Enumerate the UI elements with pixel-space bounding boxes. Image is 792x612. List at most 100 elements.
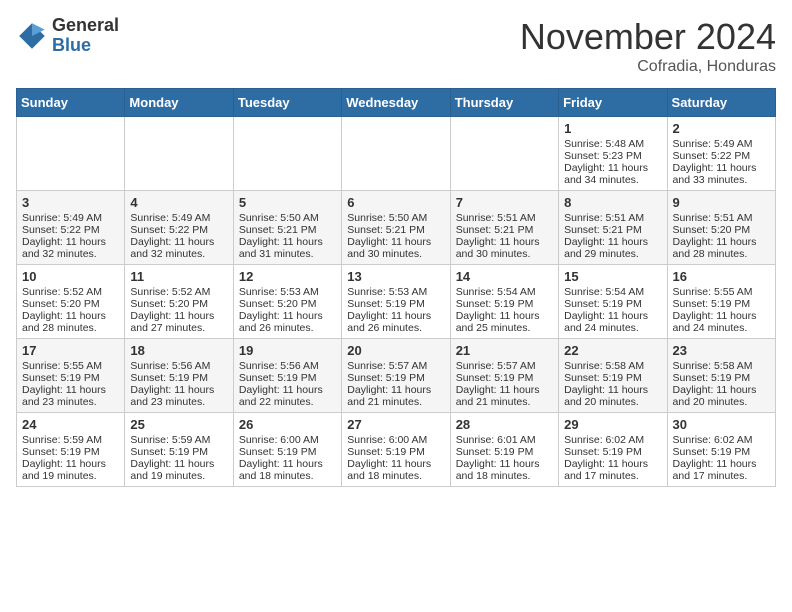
sunrise: Sunrise: 5:51 AM: [673, 212, 753, 224]
sunset: Sunset: 5:19 PM: [564, 446, 642, 458]
weekday-header: Saturday: [667, 89, 775, 117]
calendar-cell: 17 Sunrise: 5:55 AM Sunset: 5:19 PM Dayl…: [17, 339, 125, 413]
daylight: Daylight: 11 hours and 24 minutes.: [673, 310, 757, 334]
sunset: Sunset: 5:21 PM: [564, 224, 642, 236]
sunrise: Sunrise: 5:51 AM: [456, 212, 536, 224]
sunrise: Sunrise: 5:49 AM: [22, 212, 102, 224]
calendar-week-row: 17 Sunrise: 5:55 AM Sunset: 5:19 PM Dayl…: [17, 339, 776, 413]
calendar-cell: 2 Sunrise: 5:49 AM Sunset: 5:22 PM Dayli…: [667, 117, 775, 191]
sunrise: Sunrise: 5:58 AM: [564, 360, 644, 372]
calendar-cell: [342, 117, 450, 191]
weekday-header: Monday: [125, 89, 233, 117]
sunrise: Sunrise: 6:00 AM: [347, 434, 427, 446]
calendar-cell: 6 Sunrise: 5:50 AM Sunset: 5:21 PM Dayli…: [342, 191, 450, 265]
sunrise: Sunrise: 5:48 AM: [564, 138, 644, 150]
calendar-week-row: 1 Sunrise: 5:48 AM Sunset: 5:23 PM Dayli…: [17, 117, 776, 191]
calendar-cell: 9 Sunrise: 5:51 AM Sunset: 5:20 PM Dayli…: [667, 191, 775, 265]
calendar-cell: 14 Sunrise: 5:54 AM Sunset: 5:19 PM Dayl…: [450, 265, 558, 339]
daylight: Daylight: 11 hours and 21 minutes.: [347, 384, 431, 408]
sunrise: Sunrise: 5:49 AM: [673, 138, 753, 150]
calendar-cell: 13 Sunrise: 5:53 AM Sunset: 5:19 PM Dayl…: [342, 265, 450, 339]
sunrise: Sunrise: 5:56 AM: [130, 360, 210, 372]
day-number: 1: [564, 121, 661, 136]
month-title: November 2024: [520, 16, 776, 58]
sunrise: Sunrise: 5:54 AM: [564, 286, 644, 298]
calendar-cell: 20 Sunrise: 5:57 AM Sunset: 5:19 PM Dayl…: [342, 339, 450, 413]
sunset: Sunset: 5:20 PM: [673, 224, 751, 236]
sunset: Sunset: 5:19 PM: [22, 372, 100, 384]
day-number: 27: [347, 417, 444, 432]
daylight: Daylight: 11 hours and 33 minutes.: [673, 162, 757, 186]
sunset: Sunset: 5:19 PM: [239, 372, 317, 384]
day-number: 26: [239, 417, 336, 432]
day-number: 7: [456, 195, 553, 210]
weekday-header-row: SundayMondayTuesdayWednesdayThursdayFrid…: [17, 89, 776, 117]
day-number: 6: [347, 195, 444, 210]
sunrise: Sunrise: 5:56 AM: [239, 360, 319, 372]
sunrise: Sunrise: 5:53 AM: [347, 286, 427, 298]
sunset: Sunset: 5:20 PM: [130, 298, 208, 310]
daylight: Daylight: 11 hours and 19 minutes.: [130, 458, 214, 482]
weekday-header: Friday: [559, 89, 667, 117]
sunset: Sunset: 5:20 PM: [22, 298, 100, 310]
sunset: Sunset: 5:23 PM: [564, 150, 642, 162]
daylight: Daylight: 11 hours and 27 minutes.: [130, 310, 214, 334]
logo-icon: [16, 20, 48, 52]
sunset: Sunset: 5:19 PM: [456, 446, 534, 458]
sunset: Sunset: 5:19 PM: [673, 372, 751, 384]
calendar-cell: 29 Sunrise: 6:02 AM Sunset: 5:19 PM Dayl…: [559, 413, 667, 487]
day-number: 25: [130, 417, 227, 432]
daylight: Daylight: 11 hours and 18 minutes.: [347, 458, 431, 482]
day-number: 15: [564, 269, 661, 284]
calendar-cell: 7 Sunrise: 5:51 AM Sunset: 5:21 PM Dayli…: [450, 191, 558, 265]
daylight: Daylight: 11 hours and 18 minutes.: [456, 458, 540, 482]
daylight: Daylight: 11 hours and 30 minutes.: [347, 236, 431, 260]
calendar-cell: 28 Sunrise: 6:01 AM Sunset: 5:19 PM Dayl…: [450, 413, 558, 487]
day-number: 10: [22, 269, 119, 284]
calendar-cell: [233, 117, 341, 191]
calendar-week-row: 10 Sunrise: 5:52 AM Sunset: 5:20 PM Dayl…: [17, 265, 776, 339]
logo-text: General Blue: [52, 16, 119, 56]
sunrise: Sunrise: 5:50 AM: [347, 212, 427, 224]
daylight: Daylight: 11 hours and 17 minutes.: [564, 458, 648, 482]
daylight: Daylight: 11 hours and 23 minutes.: [22, 384, 106, 408]
calendar-cell: 26 Sunrise: 6:00 AM Sunset: 5:19 PM Dayl…: [233, 413, 341, 487]
location: Cofradia, Honduras: [520, 58, 776, 76]
daylight: Daylight: 11 hours and 31 minutes.: [239, 236, 323, 260]
day-number: 23: [673, 343, 770, 358]
calendar-cell: [17, 117, 125, 191]
sunset: Sunset: 5:22 PM: [22, 224, 100, 236]
sunrise: Sunrise: 5:59 AM: [22, 434, 102, 446]
sunset: Sunset: 5:22 PM: [673, 150, 751, 162]
sunset: Sunset: 5:19 PM: [456, 372, 534, 384]
sunrise: Sunrise: 5:54 AM: [456, 286, 536, 298]
daylight: Daylight: 11 hours and 20 minutes.: [564, 384, 648, 408]
sunset: Sunset: 5:22 PM: [130, 224, 208, 236]
weekday-header: Sunday: [17, 89, 125, 117]
calendar-cell: 24 Sunrise: 5:59 AM Sunset: 5:19 PM Dayl…: [17, 413, 125, 487]
logo: General Blue: [16, 16, 119, 56]
sunrise: Sunrise: 5:52 AM: [130, 286, 210, 298]
sunset: Sunset: 5:21 PM: [239, 224, 317, 236]
day-number: 11: [130, 269, 227, 284]
sunrise: Sunrise: 5:57 AM: [347, 360, 427, 372]
daylight: Daylight: 11 hours and 26 minutes.: [347, 310, 431, 334]
sunset: Sunset: 5:19 PM: [673, 298, 751, 310]
sunset: Sunset: 5:19 PM: [456, 298, 534, 310]
sunrise: Sunrise: 5:55 AM: [22, 360, 102, 372]
sunset: Sunset: 5:21 PM: [456, 224, 534, 236]
sunset: Sunset: 5:19 PM: [347, 298, 425, 310]
day-number: 2: [673, 121, 770, 136]
sunrise: Sunrise: 5:57 AM: [456, 360, 536, 372]
sunset: Sunset: 5:19 PM: [564, 372, 642, 384]
daylight: Daylight: 11 hours and 28 minutes.: [22, 310, 106, 334]
day-number: 4: [130, 195, 227, 210]
calendar-cell: 3 Sunrise: 5:49 AM Sunset: 5:22 PM Dayli…: [17, 191, 125, 265]
sunset: Sunset: 5:20 PM: [239, 298, 317, 310]
calendar-cell: 4 Sunrise: 5:49 AM Sunset: 5:22 PM Dayli…: [125, 191, 233, 265]
daylight: Daylight: 11 hours and 17 minutes.: [673, 458, 757, 482]
calendar-cell: 18 Sunrise: 5:56 AM Sunset: 5:19 PM Dayl…: [125, 339, 233, 413]
calendar-cell: 12 Sunrise: 5:53 AM Sunset: 5:20 PM Dayl…: [233, 265, 341, 339]
daylight: Daylight: 11 hours and 21 minutes.: [456, 384, 540, 408]
calendar-cell: 22 Sunrise: 5:58 AM Sunset: 5:19 PM Dayl…: [559, 339, 667, 413]
